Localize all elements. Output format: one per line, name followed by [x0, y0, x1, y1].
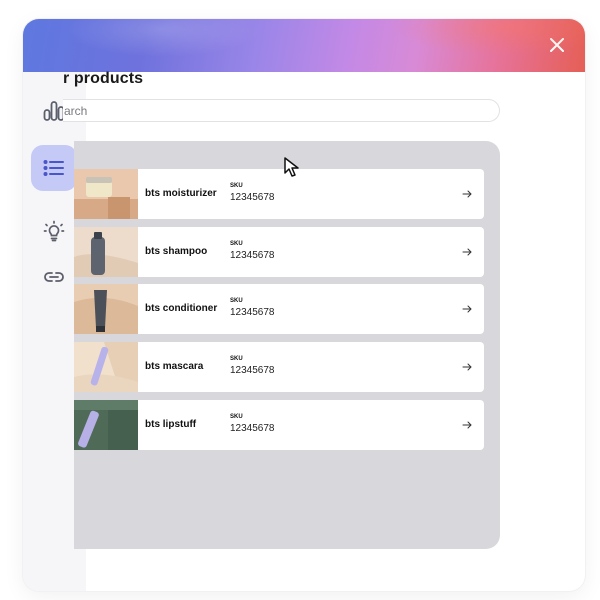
- sku-label: SKU: [230, 414, 243, 420]
- page-title: r products: [63, 70, 144, 87]
- gradient-header: [23, 19, 585, 72]
- product-row[interactable]: bts moisturizer SKU 12345678: [74, 169, 484, 219]
- arrow-right-icon[interactable]: [462, 420, 472, 430]
- sku-label: SKU: [230, 241, 243, 247]
- arrow-right-icon[interactable]: [462, 362, 472, 372]
- product-row[interactable]: bts lipstuff SKU 12345678: [74, 400, 484, 450]
- close-icon: [550, 38, 564, 52]
- product-thumbnail: [74, 400, 138, 450]
- product-row[interactable]: bts conditioner SKU 12345678: [74, 284, 484, 334]
- search-input[interactable]: [63, 100, 499, 121]
- link-icon: [44, 272, 64, 282]
- sidebar-item-links[interactable]: [31, 254, 77, 300]
- sidebar-item-ideas[interactable]: [31, 208, 77, 254]
- mouse-pointer-icon: [284, 157, 299, 177]
- product-name: bts lipstuff: [145, 419, 197, 430]
- product-thumbnail: [74, 169, 138, 219]
- sku-value: 12345678: [230, 250, 275, 261]
- sku-label: SKU: [230, 183, 243, 189]
- sidebar-item-products[interactable]: [31, 145, 77, 191]
- product-thumbnail: [74, 227, 138, 277]
- product-name: bts mascara: [145, 361, 204, 372]
- product-row[interactable]: bts shampoo SKU 12345678: [74, 227, 484, 277]
- product-row[interactable]: bts mascara SKU 12345678: [74, 342, 484, 392]
- arrow-right-icon[interactable]: [462, 304, 472, 314]
- search-box[interactable]: [63, 99, 500, 122]
- sku-value: 12345678: [230, 192, 275, 203]
- product-name: bts conditioner: [145, 303, 218, 314]
- sku-value: 12345678: [230, 365, 275, 376]
- arrow-right-icon[interactable]: [462, 189, 472, 199]
- sku-label: SKU: [230, 298, 243, 304]
- product-name: bts moisturizer: [145, 188, 217, 199]
- arrow-right-icon[interactable]: [462, 247, 472, 257]
- lightbulb-icon: [43, 220, 65, 242]
- sku-value: 12345678: [230, 307, 275, 318]
- product-thumbnail: [74, 284, 138, 334]
- product-thumbnail: [74, 342, 138, 392]
- sku-label: SKU: [230, 356, 243, 362]
- close-button[interactable]: [547, 35, 567, 55]
- sku-value: 12345678: [230, 423, 275, 434]
- list-icon: [43, 160, 64, 176]
- product-name: bts shampoo: [145, 246, 208, 257]
